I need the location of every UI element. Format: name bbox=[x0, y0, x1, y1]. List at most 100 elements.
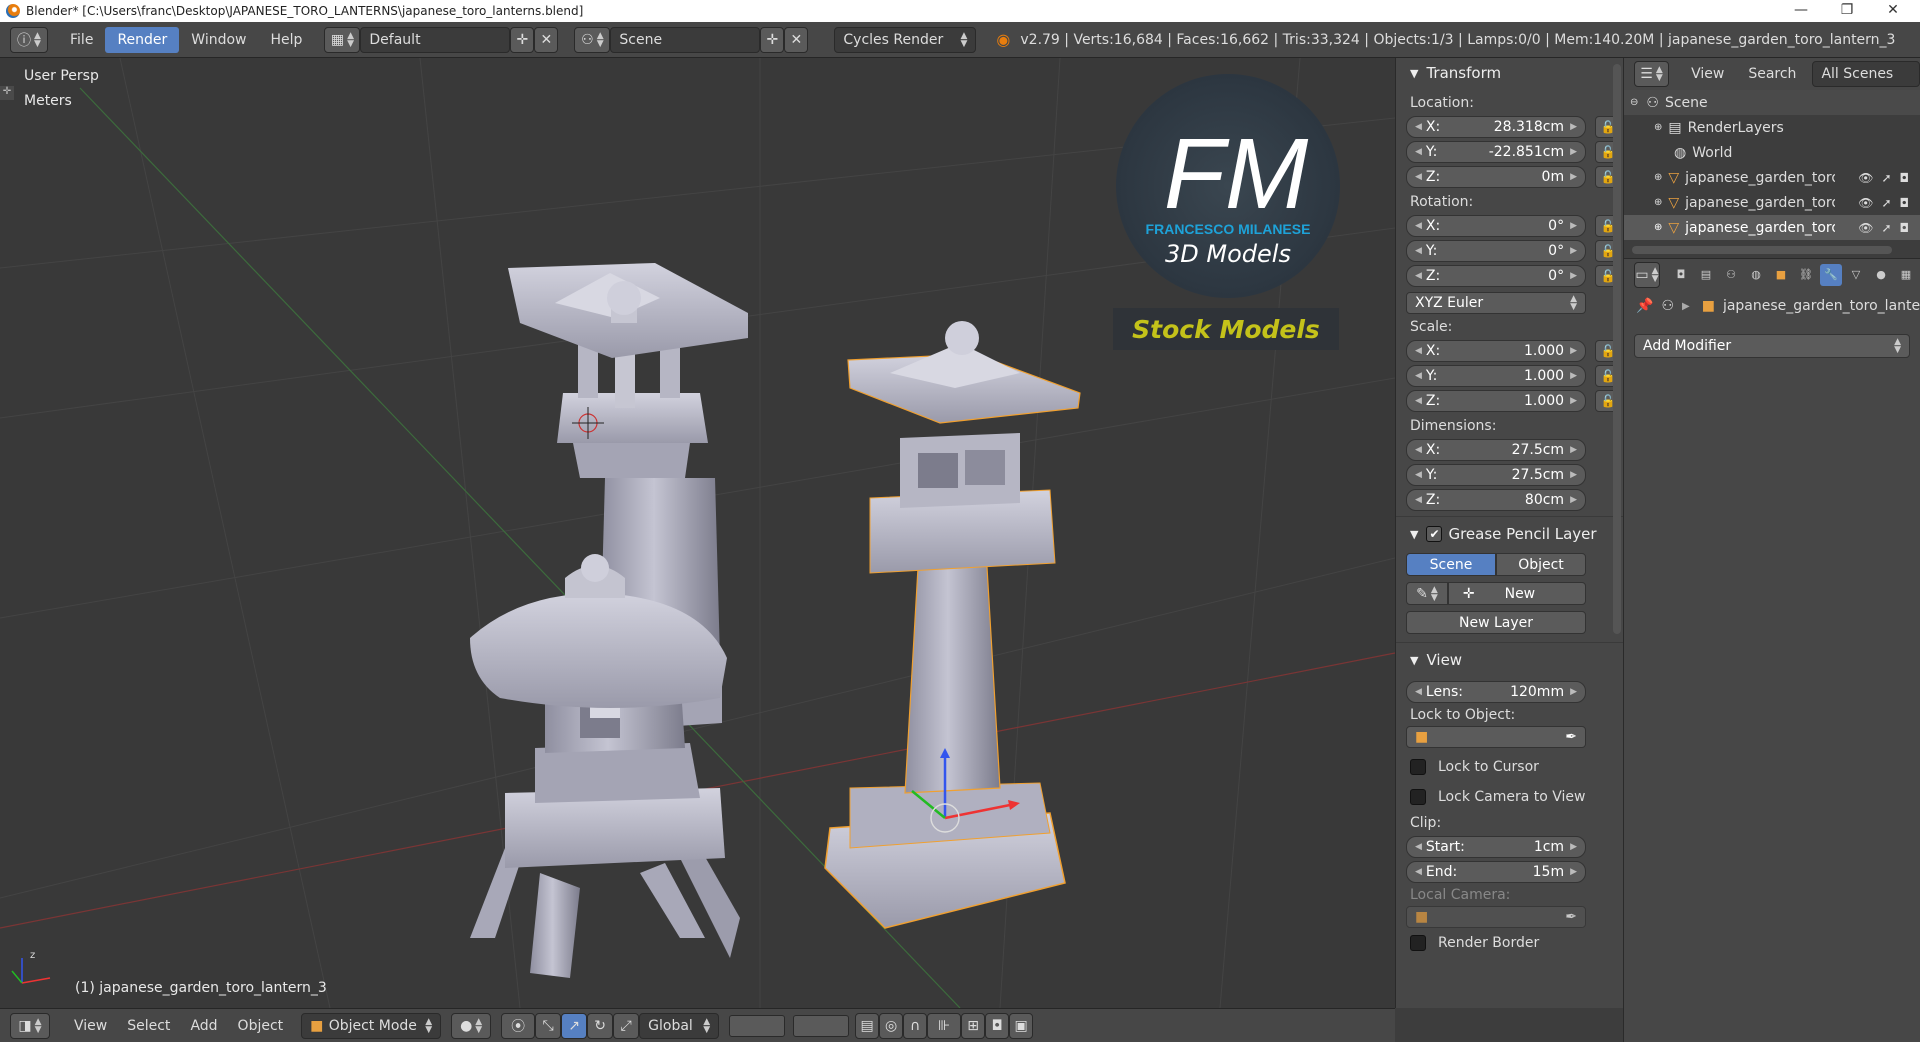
location-x-field[interactable]: ◀ X: 28.318cm ▶ bbox=[1406, 115, 1586, 138]
constraints-tab-icon[interactable]: ⛓ bbox=[1795, 264, 1817, 286]
modifiers-tab-icon[interactable]: 🔧 bbox=[1820, 263, 1842, 286]
dimension-y-field[interactable]: ◀ Y: 27.5cm ▶ bbox=[1406, 463, 1586, 486]
outliner-h-scrollbar[interactable] bbox=[1632, 246, 1892, 254]
object-tab-icon[interactable]: ■ bbox=[1770, 264, 1792, 286]
outliner-editor-type-button[interactable]: ☰ ▲ ▼ bbox=[1634, 61, 1670, 87]
renderlayers-tab-icon[interactable]: ▤ bbox=[1695, 264, 1717, 286]
scale-z-field[interactable]: ◀ Z: 1.000 ▶ bbox=[1406, 389, 1586, 412]
scene-toggle-button[interactable]: Scene bbox=[1406, 553, 1496, 576]
opengl-render-button[interactable]: ◘ bbox=[985, 1012, 1010, 1039]
screen-layout-field[interactable]: Default bbox=[360, 26, 511, 53]
menu-help[interactable]: Help bbox=[258, 27, 314, 53]
material-tab-icon[interactable]: ● bbox=[1870, 264, 1892, 286]
outliner-item-lantern-2[interactable]: ⊕ ▽ japanese_garden_toro_lantern_2 👁 ➚ ◘ bbox=[1624, 190, 1920, 215]
lock-to-cursor-checkbox[interactable] bbox=[1410, 759, 1426, 775]
scene-field[interactable]: Scene bbox=[610, 26, 761, 53]
scale-y-field[interactable]: ◀ Y: 1.000 ▶ bbox=[1406, 364, 1586, 387]
3d-viewport[interactable]: FM FRANCESCO MILANESE 3D Models Stock Mo… bbox=[0, 58, 1395, 1008]
render-engine-dropdown[interactable]: Cycles Render ▲ ▼ bbox=[834, 26, 977, 53]
scale-x-field[interactable]: ◀ X: 1.000 ▶ bbox=[1406, 339, 1586, 362]
lantern-3-model[interactable] bbox=[824, 321, 1081, 929]
lock-camera-checkbox[interactable] bbox=[1410, 789, 1426, 805]
outliner-menu-search[interactable]: Search bbox=[1736, 61, 1808, 87]
expand-icon[interactable]: ⊕ bbox=[1654, 172, 1662, 183]
outliner-item-world[interactable]: ◍ World bbox=[1624, 140, 1920, 165]
object-toggle-button[interactable]: Object bbox=[1496, 553, 1586, 576]
gpencil-new-button[interactable]: ✛ New bbox=[1448, 582, 1586, 605]
render-border-row[interactable]: Render Border bbox=[1396, 928, 1623, 958]
menu-add[interactable]: Add bbox=[180, 1013, 227, 1039]
snap-element-dropdown[interactable]: ⊪ bbox=[927, 1012, 962, 1039]
remove-scene-button[interactable]: ✕ bbox=[784, 26, 809, 53]
outliner-item-lantern-3[interactable]: ⊕ ▽ japanese_garden_toro_lantern_3 👁 ➚ ◘ bbox=[1624, 215, 1920, 240]
render-border-checkbox[interactable] bbox=[1410, 935, 1426, 951]
close-button[interactable]: ✕ bbox=[1870, 0, 1916, 22]
transform-panel-header[interactable]: ▼ Transform bbox=[1396, 60, 1623, 86]
viewport-scene[interactable]: FM FRANCESCO MILANESE 3D Models Stock Mo… bbox=[0, 58, 1395, 1008]
lock-object-field[interactable]: ■ ✒ bbox=[1406, 726, 1586, 748]
add-scene-button[interactable]: ✛ bbox=[760, 26, 785, 53]
cursor-select-icon[interactable]: ➚ bbox=[1881, 221, 1891, 235]
menu-view[interactable]: View bbox=[64, 1013, 117, 1039]
eye-icon[interactable]: 👁 bbox=[1858, 221, 1873, 235]
outliner-item-scene[interactable]: ⊖ ⚇ Scene bbox=[1624, 90, 1920, 115]
view-panel-header[interactable]: ▼ View bbox=[1396, 647, 1623, 673]
outliner-item-renderlayers[interactable]: ⊕ ▤ RenderLayers bbox=[1624, 115, 1920, 140]
new-layer-button[interactable]: New Layer bbox=[1406, 611, 1586, 634]
render-camera-icon[interactable]: ◘ bbox=[1900, 171, 1910, 185]
sidebar-scrollbar[interactable] bbox=[1613, 64, 1621, 634]
clip-start-field[interactable]: ◀ Start: 1cm ▶ bbox=[1406, 835, 1586, 858]
rotation-mode-dropdown[interactable]: XYZ Euler ▲ ▼ bbox=[1406, 292, 1586, 314]
eye-icon[interactable]: 👁 bbox=[1858, 171, 1873, 185]
toolshelf-toggle[interactable]: ✛ bbox=[0, 86, 14, 100]
render-tab-icon[interactable]: ◘ bbox=[1670, 264, 1692, 286]
outliner-item-lantern-1[interactable]: ⊕ ▽ japanese_garden_toro_lantern_1 👁 ➚ ◘ bbox=[1624, 165, 1920, 190]
editor-type-button[interactable]: ◨ ▲ ▼ bbox=[10, 1012, 50, 1039]
render-camera-icon[interactable]: ◘ bbox=[1900, 196, 1910, 210]
properties-editor-type-button[interactable]: ▭ ▲ ▼ bbox=[1634, 261, 1660, 288]
layers-grid-1[interactable] bbox=[729, 1014, 786, 1037]
expand-icon[interactable]: ⊕ bbox=[1654, 222, 1662, 233]
manipulator-toggle-button[interactable]: ⤡ bbox=[535, 1012, 562, 1039]
lock-layers-button[interactable]: ▤ bbox=[855, 1012, 880, 1039]
location-y-field[interactable]: ◀ Y: -22.851cm ▶ bbox=[1406, 140, 1586, 163]
scene-browse-button[interactable]: ⚇ ▲ ▼ bbox=[574, 26, 611, 53]
texture-tab-icon[interactable]: ▦ bbox=[1895, 264, 1917, 286]
shading-dropdown[interactable]: ● ▲ ▼ bbox=[451, 1012, 492, 1039]
dimension-x-field[interactable]: ◀ X: 27.5cm ▶ bbox=[1406, 438, 1586, 461]
lens-field[interactable]: ◀ Lens: 120mm ▶ bbox=[1406, 680, 1586, 703]
collapse-icon[interactable]: ⊖ bbox=[1630, 97, 1638, 108]
expand-icon[interactable]: ⊕ bbox=[1654, 122, 1662, 133]
dimension-z-field[interactable]: ◀ Z: 80cm ▶ bbox=[1406, 488, 1586, 511]
remove-layout-button[interactable]: ✕ bbox=[534, 26, 559, 53]
data-tab-icon[interactable]: ▽ bbox=[1845, 264, 1867, 286]
minimize-button[interactable]: — bbox=[1778, 0, 1824, 22]
menu-select[interactable]: Select bbox=[117, 1013, 180, 1039]
world-tab-icon[interactable]: ◍ bbox=[1745, 264, 1767, 286]
screen-layout-browse-button[interactable]: ▦ ▲ ▼ bbox=[324, 26, 361, 53]
cursor-select-icon[interactable]: ➚ bbox=[1881, 196, 1891, 210]
eyedropper-icon[interactable]: ✒ bbox=[1565, 909, 1577, 925]
rotation-y-field[interactable]: ◀ Y: 0° ▶ bbox=[1406, 239, 1586, 262]
menu-file[interactable]: File bbox=[58, 27, 105, 53]
grease-pencil-checkbox[interactable]: ✔ bbox=[1426, 526, 1443, 542]
lock-camera-row[interactable]: Lock Camera to View bbox=[1396, 782, 1623, 812]
menu-object[interactable]: Object bbox=[228, 1013, 294, 1039]
outliner-display-mode-dropdown[interactable]: All Scenes bbox=[1812, 61, 1920, 87]
rotate-manipulator-button[interactable]: ↻ bbox=[587, 1012, 614, 1039]
menu-render[interactable]: Render bbox=[105, 26, 180, 53]
grease-pencil-panel-header[interactable]: ▼ ✔ Grease Pencil Layer bbox=[1396, 521, 1623, 547]
lock-to-cursor-row[interactable]: Lock to Cursor bbox=[1396, 752, 1623, 782]
opengl-animation-button[interactable]: ▣ bbox=[1009, 1012, 1034, 1039]
outliner-menu-view[interactable]: View bbox=[1679, 61, 1736, 87]
layers-grid-2[interactable] bbox=[793, 1014, 850, 1037]
proportional-edit-button[interactable]: ◎ bbox=[879, 1012, 904, 1039]
snap-toggle-button[interactable]: ∩ bbox=[903, 1012, 928, 1039]
snap-target-button[interactable]: ⊞ bbox=[961, 1012, 986, 1039]
add-modifier-dropdown[interactable]: Add Modifier ▲ ▼ bbox=[1634, 334, 1910, 358]
scale-manipulator-button[interactable]: ⤢ bbox=[613, 1012, 640, 1039]
expand-icon[interactable]: ⊕ bbox=[1654, 197, 1662, 208]
eyedropper-icon[interactable]: ✒ bbox=[1565, 729, 1577, 745]
info-editor-type-button[interactable]: ⓘ ▲ ▼ bbox=[10, 26, 48, 53]
rotation-z-field[interactable]: ◀ Z: 0° ▶ bbox=[1406, 264, 1586, 287]
